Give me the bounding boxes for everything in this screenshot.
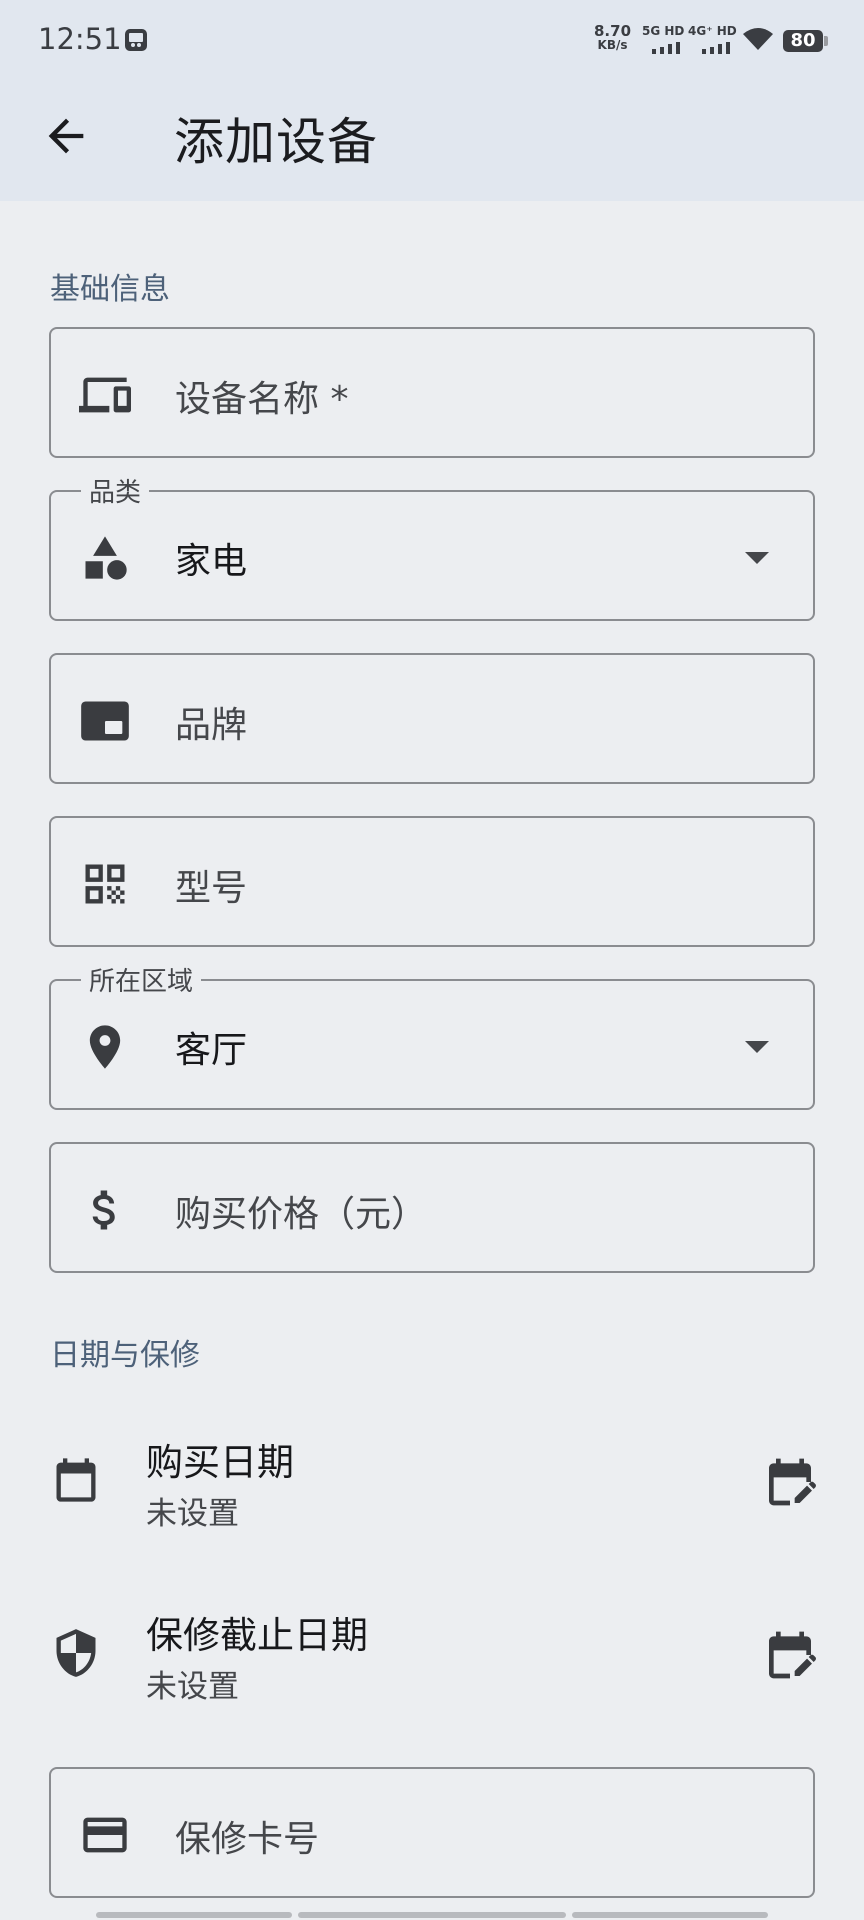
brand-icon [81, 701, 129, 741]
battery-level: 80 [783, 30, 823, 52]
purchase-date-value: 未设置 [146, 1496, 239, 1532]
price-placeholder: 购买价格（元） [175, 1194, 428, 1235]
nav-gesture-pill [96, 1912, 292, 1918]
category-value: 家电 [175, 541, 248, 582]
area-label: 所在区域 [81, 961, 202, 998]
location-pin-icon [89, 1025, 121, 1069]
area-dropdown[interactable]: 所在区域 客厅 [49, 961, 815, 1110]
shield-icon [56, 1629, 96, 1677]
notification-app-icon [125, 29, 147, 51]
dropdown-arrow-icon [745, 552, 769, 564]
warranty-end-value: 未设置 [146, 1669, 239, 1705]
edit-calendar-icon[interactable] [762, 1627, 818, 1683]
network-speed-unit: KB/s [597, 38, 628, 52]
area-value: 客厅 [175, 1030, 248, 1071]
status-time: 12:51 [38, 22, 122, 56]
warranty-card-field[interactable]: 保修卡号 [49, 1767, 815, 1898]
brand-field[interactable]: 品牌 [49, 653, 815, 784]
section-basic-info: 基础信息 [50, 272, 170, 307]
signal-bars-1-icon [652, 42, 680, 54]
category-label: 品类 [81, 472, 150, 509]
devices-icon [79, 377, 131, 413]
qr-code-icon [85, 864, 125, 904]
network-type-1: 5G HD [642, 24, 685, 38]
network-speed-value: 8.70 [594, 22, 632, 40]
page-title: 添加设备 [174, 113, 378, 171]
price-field[interactable]: 购买价格（元） [49, 1142, 815, 1273]
nav-gesture-pill [298, 1912, 566, 1918]
device-name-field[interactable]: 设备名称 * [49, 327, 815, 458]
warranty-end-row[interactable]: 保修截止日期 未设置 [0, 1597, 864, 1717]
category-shapes-icon [85, 536, 127, 580]
warranty-card-placeholder: 保修卡号 [175, 1819, 320, 1860]
model-field[interactable]: 型号 [49, 816, 815, 947]
signal-bars-2-icon [702, 42, 730, 54]
calendar-icon [56, 1458, 96, 1502]
model-placeholder: 型号 [175, 868, 248, 909]
network-type-2: 4G⁺ HD [688, 24, 737, 38]
brand-placeholder: 品牌 [175, 705, 248, 746]
device-name-placeholder: 设备名称 * [175, 379, 349, 420]
wifi-icon [743, 28, 773, 50]
edit-calendar-icon[interactable] [762, 1454, 818, 1510]
dropdown-arrow-icon [745, 1041, 769, 1053]
dollar-icon [92, 1190, 115, 1230]
section-dates-warranty: 日期与保修 [50, 1338, 200, 1373]
battery-tip [824, 36, 828, 46]
category-dropdown[interactable]: 品类 家电 [49, 472, 815, 621]
status-bar: 12:51 8.70 KB/s 5G HD 4G⁺ HD 80 [0, 0, 864, 82]
credit-card-icon [83, 1817, 127, 1853]
nav-gesture-pill [572, 1912, 768, 1918]
purchase-date-row[interactable]: 购买日期 未设置 [0, 1424, 864, 1544]
warranty-end-title: 保修截止日期 [146, 1614, 368, 1657]
network-speed: 8.70 KB/s [594, 24, 631, 52]
purchase-date-title: 购买日期 [146, 1441, 294, 1484]
arrow-back-icon[interactable] [40, 110, 92, 162]
